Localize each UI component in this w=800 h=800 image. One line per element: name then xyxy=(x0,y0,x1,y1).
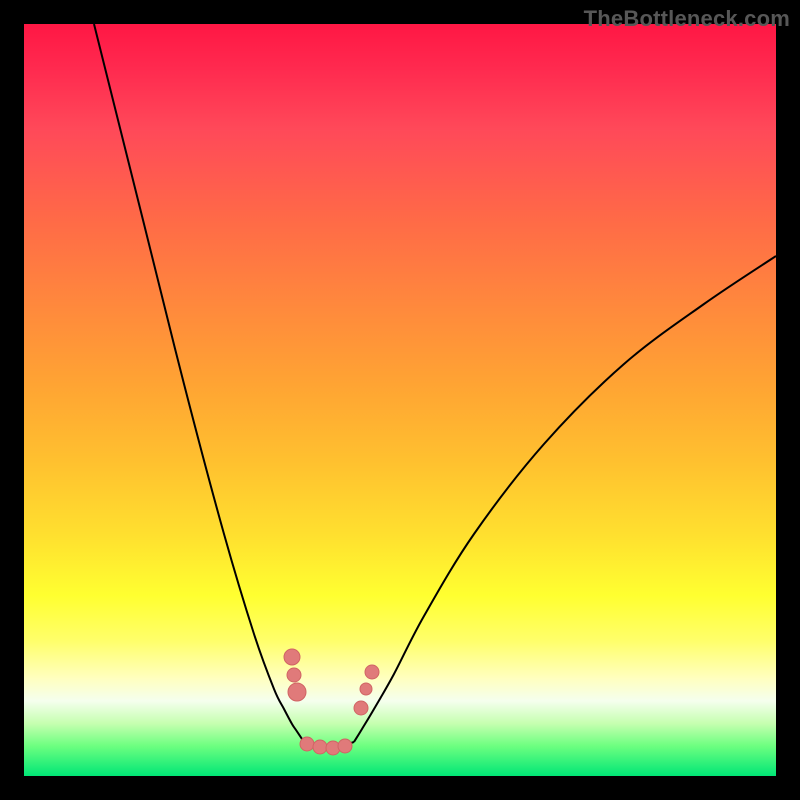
marker-right-cluster-upper xyxy=(365,665,379,679)
data-markers xyxy=(284,649,379,755)
bottleneck-curve-left xyxy=(94,24,304,742)
marker-floor-a xyxy=(300,737,314,751)
marker-floor-d xyxy=(338,739,352,753)
chart-plot-area xyxy=(24,24,776,776)
marker-left-cluster-lower xyxy=(288,683,306,701)
bottleneck-curve-right xyxy=(354,256,776,742)
marker-right-cluster-lower xyxy=(354,701,368,715)
marker-floor-c xyxy=(326,741,340,755)
chart-svg xyxy=(24,24,776,776)
watermark-text: TheBottleneck.com xyxy=(584,6,790,32)
bottleneck-curve-floor xyxy=(304,742,354,747)
marker-left-cluster-mid xyxy=(287,668,301,682)
marker-floor-b xyxy=(313,740,327,754)
marker-right-cluster-mid xyxy=(360,683,372,695)
marker-left-cluster-upper xyxy=(284,649,300,665)
